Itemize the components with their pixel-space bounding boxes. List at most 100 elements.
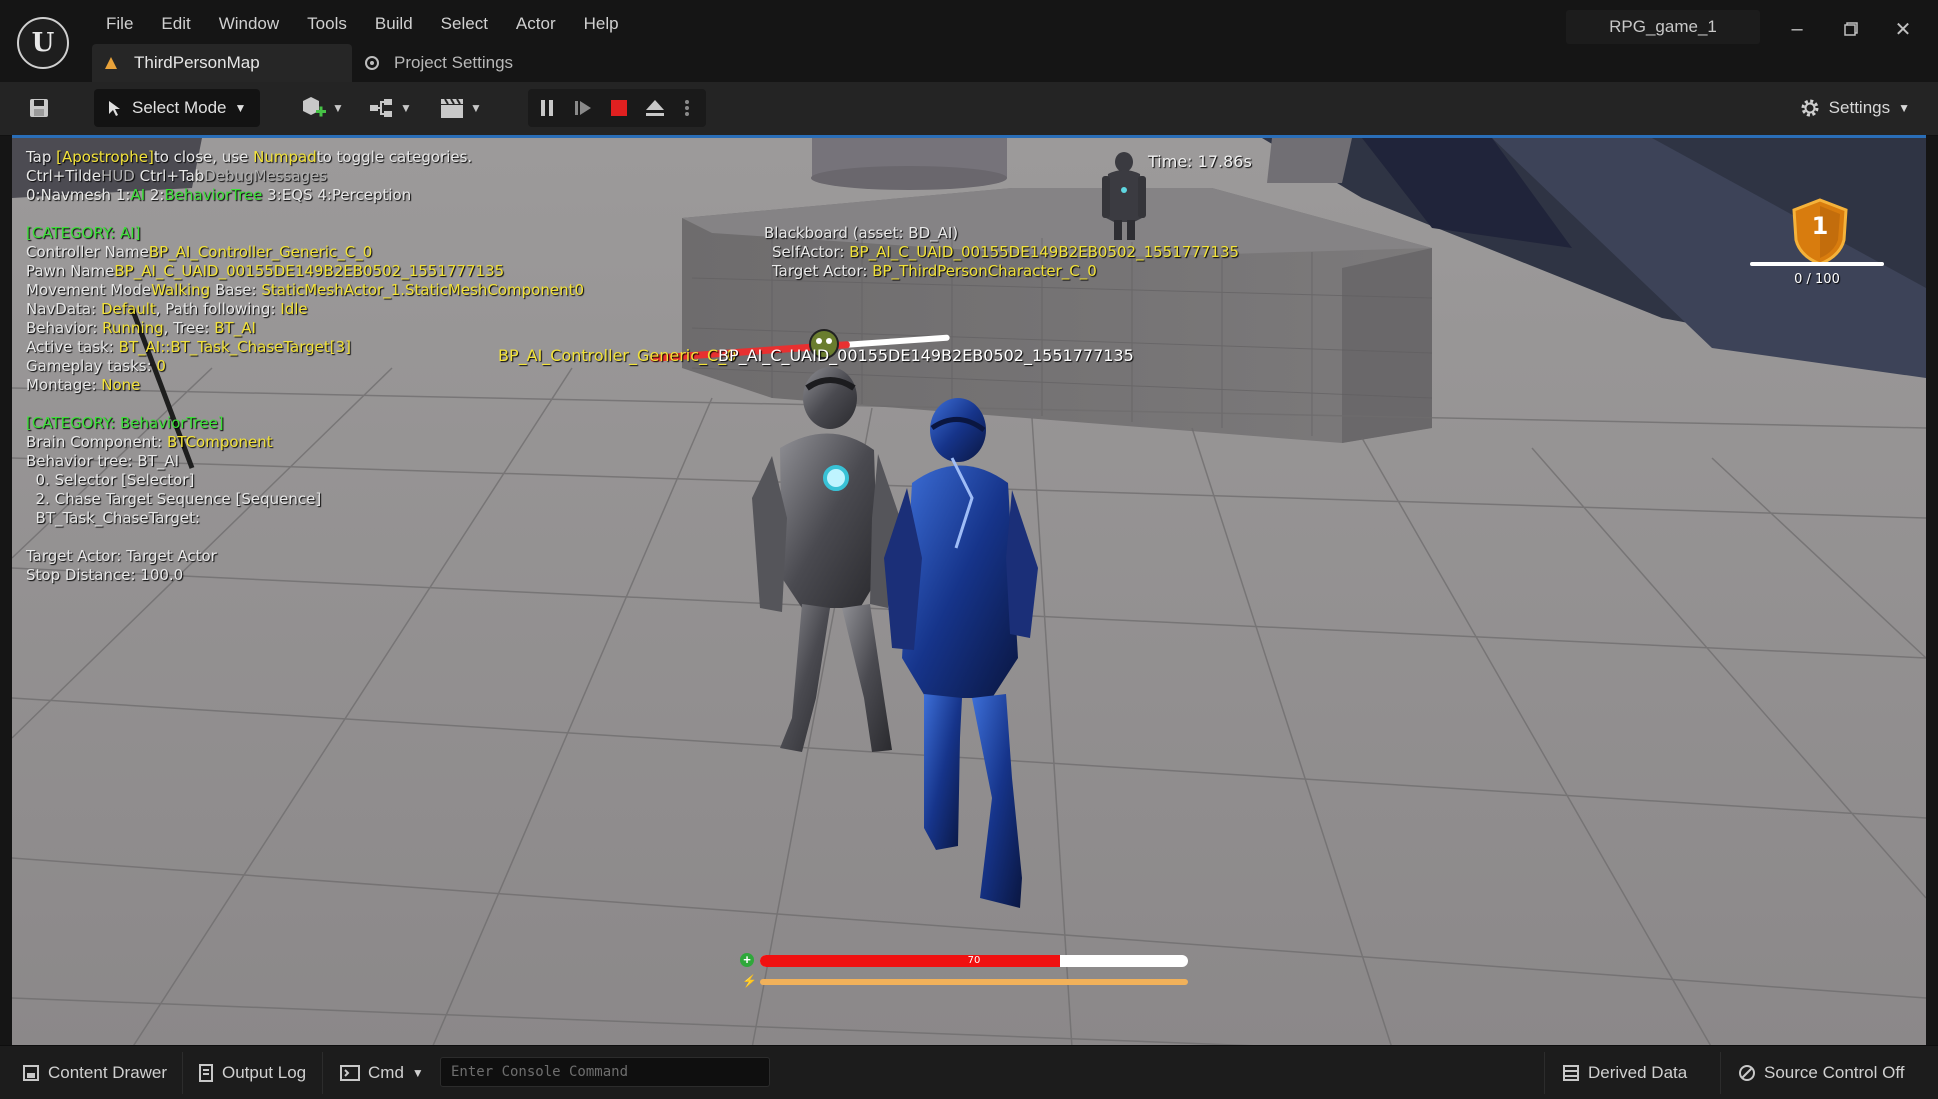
cmd-label: Cmd <box>368 1063 404 1082</box>
menu-actor[interactable]: Actor <box>502 10 570 40</box>
pause-icon <box>541 100 553 116</box>
stop-icon <box>611 100 627 116</box>
content-drawer-button[interactable]: Content Drawer <box>22 1056 167 1090</box>
health-bar: 70 <box>760 955 1188 967</box>
menu-bar: File Edit Window Tools Build Select Acto… <box>92 10 633 40</box>
menu-file[interactable]: File <box>92 10 147 40</box>
overhead-controller-label: BP_AI_Controller_Generic_C_0 <box>498 346 737 365</box>
pause-button[interactable] <box>534 95 560 121</box>
chevron-down-icon: ▼ <box>411 1066 424 1080</box>
chevron-down-icon: ▼ <box>1898 101 1910 115</box>
settings-tab-icon <box>365 56 379 70</box>
add-actor-button[interactable]: ▼ <box>300 92 344 124</box>
divider <box>182 1052 183 1094</box>
tab-third-person-map[interactable]: ThirdPersonMap <box>92 44 352 82</box>
more-options-icon[interactable] <box>674 95 700 121</box>
menu-edit[interactable]: Edit <box>147 10 204 40</box>
save-icon[interactable] <box>24 94 54 122</box>
minimize-icon[interactable]: – <box>1782 14 1812 44</box>
navdata-row: NavData: Default, Path following: Idle <box>26 300 308 318</box>
select-mode-label: Select Mode <box>132 98 227 117</box>
content-drawer-label: Content Drawer <box>48 1063 168 1082</box>
xp-text: 0 / 100 <box>1794 272 1840 287</box>
derived-data-icon <box>1563 1065 1579 1081</box>
xp-bar <box>1750 262 1884 266</box>
blackboard-title: Blackboard (asset: BD_AI) <box>764 224 959 242</box>
title-bar: U File Edit Window Tools Build Select Ac… <box>0 0 1938 82</box>
restore-icon[interactable] <box>1836 14 1866 44</box>
debug-help-line-2: Ctrl+TildeHUD Ctrl+TabDebugMessages <box>26 167 328 185</box>
divider <box>322 1052 323 1094</box>
cinematics-button[interactable]: ▼ <box>438 92 482 124</box>
menu-help[interactable]: Help <box>570 10 633 40</box>
play-controls <box>528 89 706 127</box>
target-actor-row: Target Actor: BP_ThirdPersonCharacter_C_… <box>772 262 1097 280</box>
cursor-icon <box>109 101 120 116</box>
overhead-pawn-label: BP_AI_C_UAID_00155DE149B2EB0502_15517771… <box>718 346 1134 365</box>
gear-icon <box>1801 99 1819 117</box>
source-control-off-icon <box>1739 1065 1755 1081</box>
tab-label: Project Settings <box>394 53 514 72</box>
menu-window[interactable]: Window <box>205 10 293 40</box>
controller-name-row: Controller NameBP_AI_Controller_Generic_… <box>26 243 373 261</box>
terminal-icon <box>340 1065 360 1081</box>
chevron-down-icon: ▼ <box>470 101 482 115</box>
status-bar: Content Drawer Output Log Cmd ▼ Derived … <box>0 1045 1938 1099</box>
debug-categories-line: 0:Navmesh 1:AI 2:BehaviorTree 3:EQS 4:Pe… <box>26 186 412 204</box>
settings-button[interactable]: Settings ▼ <box>1799 92 1910 124</box>
montage-row: Montage: None <box>26 376 141 394</box>
stop-distance-row: Stop Distance: 100.0 <box>26 566 184 584</box>
bt-node-0: 0. Selector [Selector] <box>26 471 195 489</box>
health-plus-icon: + <box>740 953 754 967</box>
stamina-bar <box>760 979 1188 985</box>
output-log-icon <box>199 1064 213 1082</box>
category-bt-heading: [CATEGORY: BehaviorTree] <box>26 414 224 432</box>
console-command-field[interactable] <box>440 1057 770 1087</box>
advance-frame-button[interactable] <box>570 95 596 121</box>
level-viewport[interactable]: Tap [Apostrophe]to close, use Numpadto t… <box>12 135 1926 1045</box>
eject-icon <box>646 100 664 116</box>
brain-component-row: Brain Component: BTComponent <box>26 433 273 451</box>
chevron-down-icon: ▼ <box>400 101 412 115</box>
health-value: 70 <box>967 955 981 966</box>
source-control-label: Source Control Off <box>1764 1063 1905 1082</box>
menu-tools[interactable]: Tools <box>293 10 361 40</box>
divider <box>1720 1052 1721 1094</box>
settings-label: Settings <box>1828 98 1891 117</box>
close-icon[interactable]: ✕ <box>1888 14 1918 44</box>
behavior-row: Behavior: Running, Tree: BT_AI <box>26 319 256 337</box>
derived-data-button[interactable]: Derived Data <box>1562 1056 1687 1090</box>
select-mode-dropdown[interactable]: Select Mode ▼ <box>94 89 260 127</box>
derived-data-label: Derived Data <box>1588 1063 1688 1082</box>
clapperboard-icon <box>441 98 463 118</box>
target-actor-row: Target Actor: Target Actor <box>26 547 217 565</box>
source-control-button[interactable]: Source Control Off <box>1738 1056 1904 1090</box>
level-badge: 1 <box>1760 196 1880 306</box>
game-timer: Time: 17.86s <box>1148 152 1252 171</box>
output-log-button[interactable]: Output Log <box>198 1056 306 1090</box>
divider <box>1544 1052 1545 1094</box>
chevron-down-icon: ▼ <box>332 101 344 115</box>
tab-project-settings[interactable]: Project Settings <box>362 44 513 82</box>
blackboard-panel: Blackboard (asset: BD_AI) SelfActor: BP_… <box>764 224 1239 281</box>
tab-label: ThirdPersonMap <box>134 53 260 72</box>
console-input[interactable] <box>441 1058 769 1086</box>
add-actor-icon <box>303 97 326 117</box>
stop-button[interactable] <box>606 95 632 121</box>
step-forward-icon <box>575 101 591 115</box>
project-name: RPG_game_1 <box>1566 10 1760 44</box>
category-ai-heading: [CATEGORY: AI] <box>26 224 141 242</box>
eject-button[interactable] <box>642 95 668 121</box>
menu-select[interactable]: Select <box>427 10 502 40</box>
lightning-icon: ⚡ <box>742 974 757 988</box>
self-actor-row: SelfActor: BP_AI_C_UAID_00155DE149B2EB05… <box>772 243 1240 261</box>
menu-build[interactable]: Build <box>361 10 427 40</box>
bt-task-row: BT_Task_ChaseTarget: <box>26 509 201 527</box>
chevron-down-icon: ▼ <box>234 101 247 115</box>
cmd-dropdown[interactable]: Cmd ▼ <box>340 1056 424 1090</box>
level-icon <box>105 57 117 69</box>
content-drawer-icon <box>23 1065 39 1081</box>
blueprints-button[interactable]: ▼ <box>368 92 412 124</box>
unreal-logo-icon[interactable]: U <box>17 17 69 69</box>
bt-node-2: 2. Chase Target Sequence [Sequence] <box>26 490 322 508</box>
